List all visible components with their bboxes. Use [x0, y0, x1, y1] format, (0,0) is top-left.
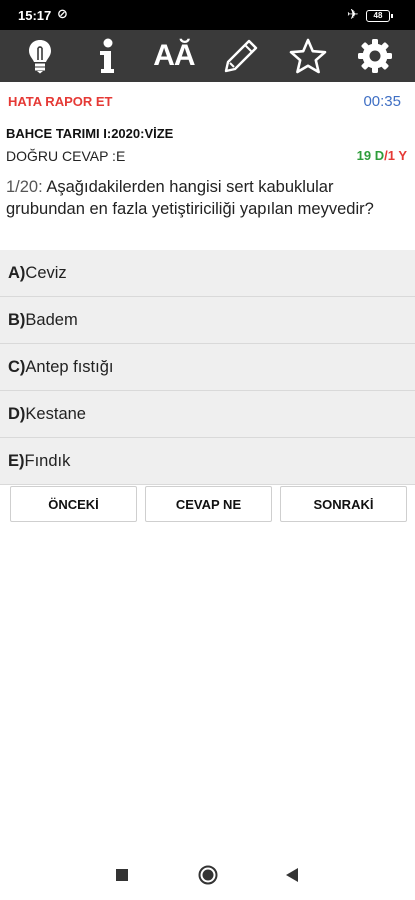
system-navigation-bar: [0, 850, 415, 900]
report-error-link[interactable]: HATA RAPOR ET: [8, 94, 112, 109]
edit-button[interactable]: [213, 30, 269, 82]
correct-answer-label: DOĞRU CEVAP :E: [6, 148, 126, 164]
option-c[interactable]: C) Antep fıstığı: [0, 344, 415, 391]
option-text: Ceviz: [25, 263, 67, 282]
star-icon: [289, 38, 327, 74]
info-icon: [99, 38, 114, 73]
favorite-button[interactable]: [280, 30, 336, 82]
timer: 00:35: [363, 93, 401, 110]
question-navigation: ÖNCEKİ CEVAP NE SONRAKİ: [10, 486, 407, 522]
option-text: Antep fıstığı: [25, 357, 114, 376]
hint-button[interactable]: [12, 30, 68, 82]
score-correct: 19 D: [356, 148, 385, 163]
info-button[interactable]: [79, 30, 135, 82]
font-size-icon: AĂ: [153, 39, 195, 72]
airplane-mode-icon: ✈: [347, 6, 359, 22]
option-letter: B): [8, 310, 26, 329]
show-answer-button[interactable]: CEVAP NE: [145, 486, 272, 522]
sync-off-icon: ⊘: [57, 6, 68, 21]
settings-button[interactable]: [347, 30, 403, 82]
status-time: 15:17: [18, 8, 52, 23]
font-size-button[interactable]: AĂ: [146, 30, 202, 82]
option-d[interactable]: D) Kestane: [0, 391, 415, 438]
option-text: Fındık: [24, 451, 71, 470]
gear-icon: [358, 39, 393, 73]
question-body: Aşağıdakilerden hangisi sert kabuklular …: [6, 178, 374, 218]
next-button[interactable]: SONRAKİ: [280, 486, 407, 522]
option-b[interactable]: B) Badem: [0, 297, 415, 344]
circle-icon[interactable]: [198, 865, 218, 885]
toolbar: AĂ: [0, 30, 415, 82]
option-text: Kestane: [25, 404, 86, 423]
option-letter: A): [8, 263, 26, 282]
pencil-icon: [224, 39, 258, 73]
option-e[interactable]: E) Fındık: [0, 438, 415, 485]
back-triangle-icon[interactable]: [286, 868, 299, 882]
battery-icon: 48: [366, 10, 393, 22]
square-icon[interactable]: [116, 869, 128, 881]
battery-level: 48: [373, 11, 383, 20]
lightbulb-icon: [28, 40, 51, 74]
status-bar: 15:17 ⊘ ✈ 48: [0, 0, 415, 30]
previous-button[interactable]: ÖNCEKİ: [10, 486, 137, 522]
option-a[interactable]: A) Ceviz: [0, 250, 415, 297]
question-number: 1/20:: [6, 178, 43, 196]
exam-title: BAHCE TARIMI I:2020:VİZE: [6, 126, 174, 141]
option-letter: C): [8, 357, 26, 376]
question-text: 1/20: Aşağıdakilerden hangisi sert kabuk…: [6, 176, 406, 220]
score-wrong: 1 Y: [387, 148, 407, 163]
answer-options: A) Ceviz B) Badem C) Antep fıstığı D) Ke…: [0, 250, 415, 485]
option-letter: E): [8, 451, 25, 470]
option-letter: D): [8, 404, 26, 423]
score: 19 D/1 Y: [357, 148, 407, 163]
option-text: Badem: [25, 310, 78, 329]
